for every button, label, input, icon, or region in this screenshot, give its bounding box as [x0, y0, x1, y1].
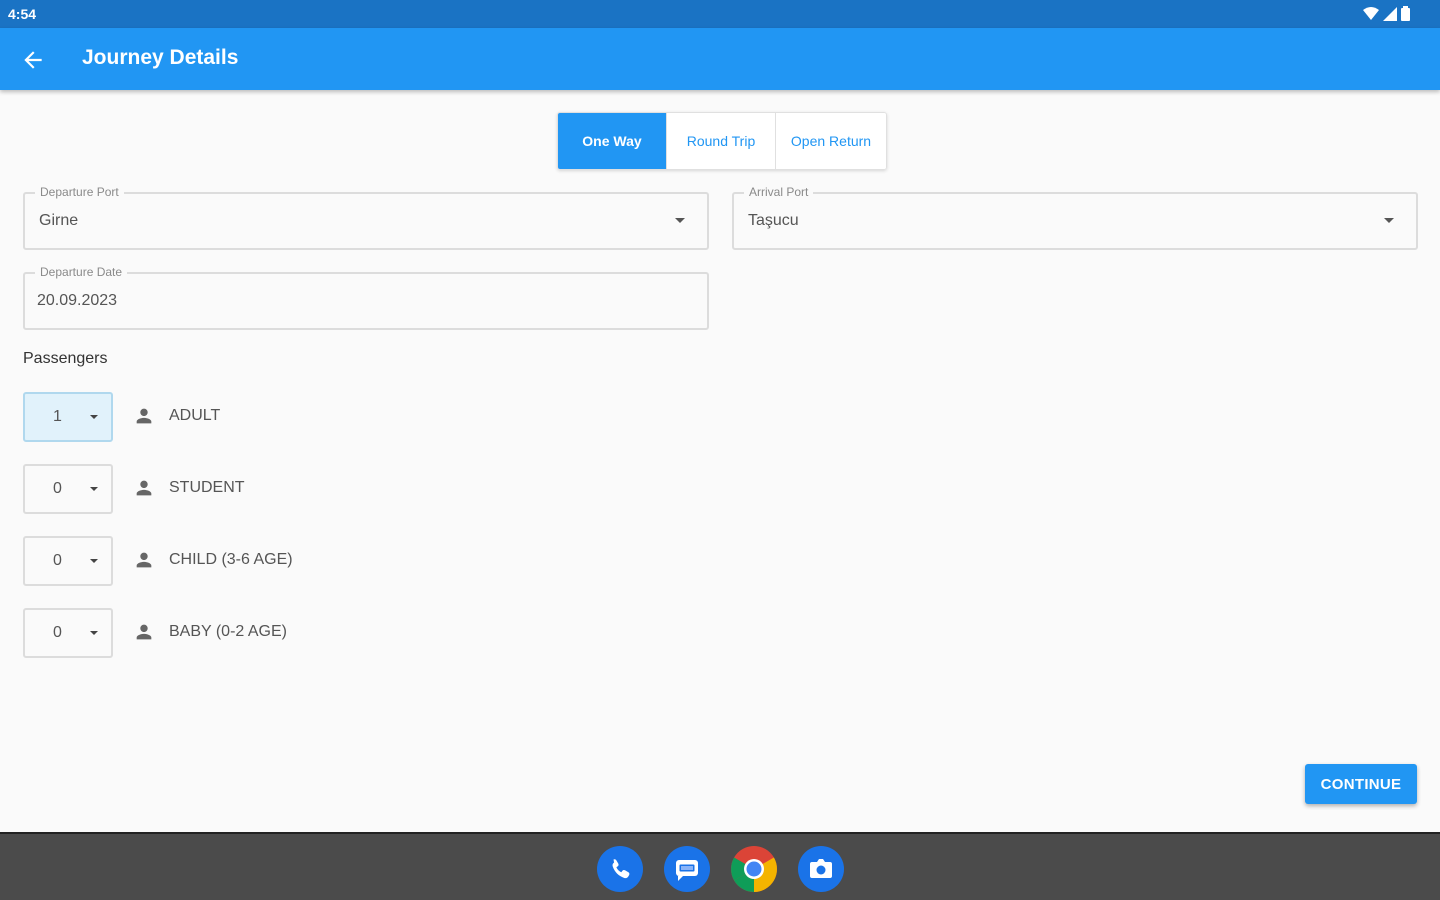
- signal-icon: [1383, 6, 1397, 21]
- departure-date-field[interactable]: Departure Date 20.09.2023: [23, 265, 709, 330]
- person-icon: [136, 552, 152, 568]
- dropdown-caret-icon: [90, 631, 98, 635]
- dropdown-caret-icon: [675, 218, 685, 223]
- child-count-dropdown[interactable]: 0: [23, 536, 113, 586]
- person-icon: [136, 624, 152, 640]
- baby-count: 0: [53, 624, 62, 641]
- back-arrow-icon[interactable]: [20, 47, 46, 73]
- tab-open-return[interactable]: Open Return: [775, 113, 886, 169]
- passenger-row-student: 0 STUDENT: [23, 464, 323, 514]
- child-count: 0: [53, 552, 62, 569]
- status-time: 4:54: [8, 6, 37, 22]
- arrival-port-dropdown[interactable]: Arrival Port Taşucu: [732, 185, 1418, 250]
- tab-one-way[interactable]: One Way: [558, 113, 666, 169]
- departure-port-dropdown[interactable]: Departure Port Girne: [23, 185, 709, 250]
- dock-bar: [0, 832, 1440, 900]
- student-count: 0: [53, 480, 62, 497]
- baby-count-dropdown[interactable]: 0: [23, 608, 113, 658]
- adult-label: ADULT: [169, 407, 221, 424]
- person-icon: [136, 408, 152, 424]
- baby-label: BABY (0-2 AGE): [169, 623, 287, 640]
- arrival-port-label: Arrival Port: [744, 185, 814, 199]
- student-count-dropdown[interactable]: 0: [23, 464, 113, 514]
- tab-round-trip[interactable]: Round Trip: [666, 113, 775, 169]
- arrival-port-value: Taşucu: [748, 212, 799, 229]
- child-label: CHILD (3-6 AGE): [169, 551, 293, 568]
- phone-icon[interactable]: [597, 846, 643, 892]
- app-bar: Journey Details: [0, 28, 1440, 90]
- dropdown-caret-icon: [1384, 218, 1394, 223]
- battery-icon: [1401, 6, 1410, 21]
- wifi-icon: [1363, 6, 1379, 20]
- continue-button[interactable]: CONTINUE: [1305, 764, 1417, 804]
- dropdown-caret-icon: [90, 559, 98, 563]
- passenger-row-baby: 0 BABY (0-2 AGE): [23, 608, 323, 658]
- trip-type-toggle: One Way Round Trip Open Return: [557, 112, 887, 170]
- page-title: Journey Details: [82, 46, 239, 69]
- camera-icon[interactable]: [798, 846, 844, 892]
- adult-count-dropdown[interactable]: 1: [23, 392, 113, 442]
- status-bar: 4:54: [0, 0, 1440, 28]
- person-icon: [136, 480, 152, 496]
- departure-date-label: Departure Date: [35, 265, 128, 279]
- chrome-icon[interactable]: [731, 846, 777, 892]
- dropdown-caret-icon: [90, 487, 98, 491]
- passenger-row-adult: 1 ADULT: [23, 392, 323, 442]
- passenger-row-child: 0 CHILD (3-6 AGE): [23, 536, 323, 586]
- departure-port-value: Girne: [39, 212, 79, 229]
- departure-date-value: 20.09.2023: [37, 292, 118, 309]
- passengers-title: Passengers: [23, 350, 108, 367]
- status-icons: [1363, 6, 1410, 21]
- adult-count: 1: [53, 408, 62, 425]
- messages-icon[interactable]: [664, 846, 710, 892]
- departure-port-label: Departure Port: [35, 185, 124, 199]
- dropdown-caret-icon: [90, 415, 98, 419]
- student-label: STUDENT: [169, 479, 245, 496]
